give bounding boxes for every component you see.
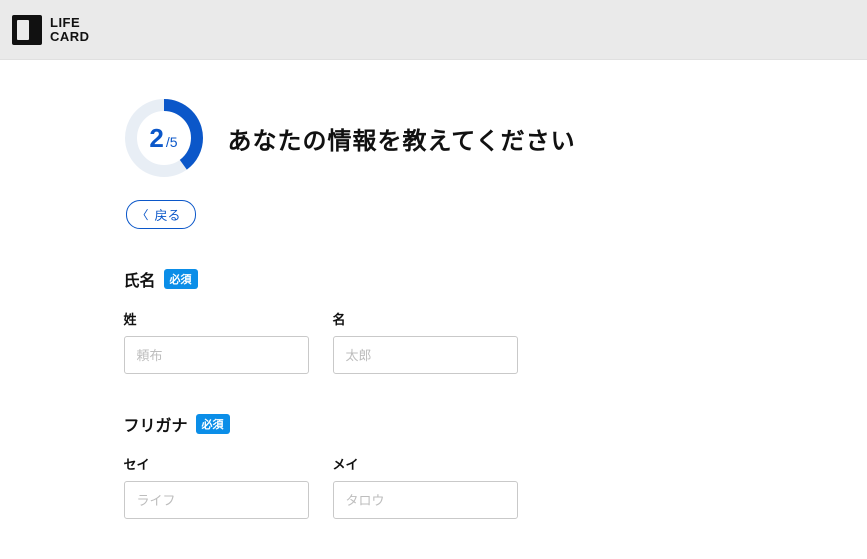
field-firstname-label: 名	[333, 309, 518, 328]
brand-line1: LIFE	[50, 16, 90, 30]
lastname-input[interactable]	[124, 336, 309, 374]
field-firstname-kana: メイ	[333, 454, 518, 519]
progress-current: 2	[149, 123, 163, 154]
furigana-fields-row: セイ メイ	[124, 454, 744, 519]
firstname-input[interactable]	[333, 336, 518, 374]
back-button-label: 戻る	[155, 205, 181, 224]
required-badge: 必須	[164, 269, 198, 289]
section-furigana-heading: フリガナ	[124, 412, 188, 436]
chevron-left-icon: 〈	[137, 206, 149, 223]
brand-logo: LIFE CARD	[12, 15, 90, 45]
firstname-kana-input[interactable]	[333, 481, 518, 519]
brand-text: LIFE CARD	[50, 16, 90, 43]
form-container: 2 /5 あなたの情報を教えてください 〈 戻る 氏名 必須 姓 名 フリガナ	[124, 60, 744, 559]
field-lastname-kana: セイ	[124, 454, 309, 519]
field-firstname-kana-label: メイ	[333, 454, 518, 473]
lastname-kana-input[interactable]	[124, 481, 309, 519]
field-firstname: 名	[333, 309, 518, 374]
section-furigana-heading-row: フリガナ 必須	[124, 412, 744, 436]
back-button[interactable]: 〈 戻る	[126, 200, 196, 229]
section-name: 氏名 必須 姓 名	[124, 267, 744, 374]
required-badge: 必須	[196, 414, 230, 434]
field-lastname: 姓	[124, 309, 309, 374]
step-header: 2 /5 あなたの情報を教えてください	[124, 98, 744, 178]
section-name-heading-row: 氏名 必須	[124, 267, 744, 291]
progress-total: /5	[166, 134, 178, 150]
brand-mark-icon	[12, 15, 42, 45]
page-title: あなたの情報を教えてください	[228, 121, 576, 156]
app-header: LIFE CARD	[0, 0, 867, 60]
section-name-heading: 氏名	[124, 267, 156, 291]
progress-indicator: 2 /5	[124, 98, 204, 178]
progress-label: 2 /5	[124, 98, 204, 178]
field-lastname-label: 姓	[124, 309, 309, 328]
field-lastname-kana-label: セイ	[124, 454, 309, 473]
brand-line2: CARD	[50, 30, 90, 44]
name-fields-row: 姓 名	[124, 309, 744, 374]
section-furigana: フリガナ 必須 セイ メイ	[124, 412, 744, 519]
